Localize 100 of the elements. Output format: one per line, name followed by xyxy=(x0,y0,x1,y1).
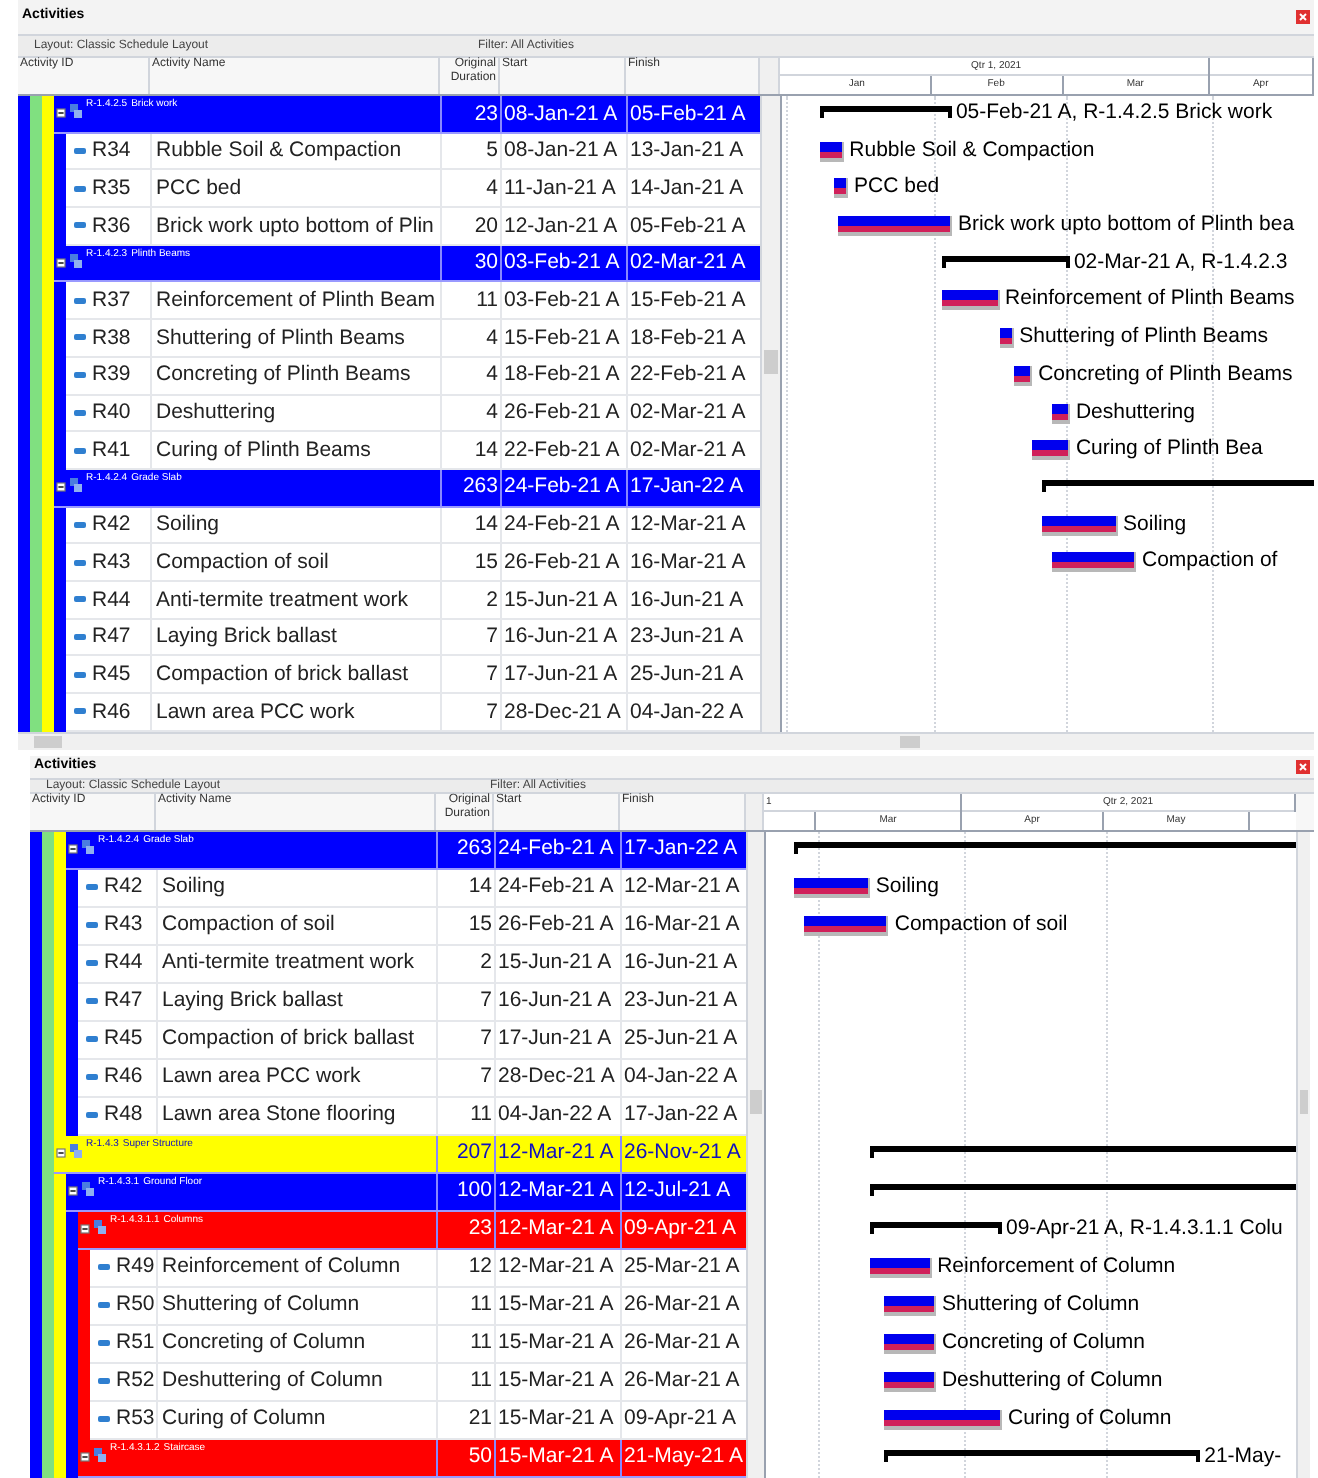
task-icon xyxy=(74,671,86,678)
bar-label: Brick work upto bottom of Plinth bea xyxy=(957,214,1295,236)
bar-label: 02-Mar-21 A, R-1.4.2.3 xyxy=(1073,251,1288,273)
bar-label: Compaction of xyxy=(1142,550,1278,572)
bar-label: Rubble Soil & Compaction xyxy=(849,139,1095,161)
task-icon xyxy=(86,998,98,1004)
finish-date: 18-Feb-21 A xyxy=(630,327,746,349)
duration: 14 xyxy=(474,439,498,461)
finish-date: 17-Jan-22 A xyxy=(624,838,738,860)
start-date: 04-Jan-22 A xyxy=(498,1104,612,1126)
activity-id: R35 xyxy=(92,177,131,199)
scrollbar[interactable] xyxy=(760,96,780,732)
task-bar xyxy=(869,1257,932,1277)
start-date: 15-Mar-21 A xyxy=(498,1446,614,1468)
start-date: 17-Jun-21 A xyxy=(504,663,618,685)
activity-name: Lawn area PCC work xyxy=(156,701,355,723)
task-bar xyxy=(803,915,889,935)
activity-name: Soiling xyxy=(156,514,220,536)
summary-bar xyxy=(819,106,952,118)
wbs-icon xyxy=(82,839,94,853)
task-bar xyxy=(1051,552,1136,573)
finish-date: 16-Jun-21 A xyxy=(624,952,738,974)
bar-label: Curing of Plinth Bea xyxy=(1075,438,1263,460)
collapse-icon[interactable] xyxy=(56,108,66,118)
duration: 4 xyxy=(486,327,498,349)
activity-name: Curing of Column xyxy=(162,1408,326,1430)
start-date: 26-Feb-21 A xyxy=(504,551,620,573)
collapse-icon[interactable] xyxy=(56,1147,66,1157)
start-date: 15-Jun-21 A xyxy=(498,952,612,974)
collapse-icon[interactable] xyxy=(80,1223,90,1233)
task-icon xyxy=(98,1302,110,1308)
activity-id: R42 xyxy=(104,876,143,898)
activity-id: R34 xyxy=(92,140,131,162)
scrollbar[interactable] xyxy=(746,793,764,829)
wbs-icon xyxy=(70,477,82,492)
collapse-icon[interactable] xyxy=(68,1185,78,1195)
duration: 7 xyxy=(486,626,498,648)
collapse-icon[interactable] xyxy=(68,843,78,853)
scrollbar[interactable] xyxy=(746,831,764,1477)
activity-name: Concreting of Column xyxy=(162,1332,366,1354)
activity-name: Soiling xyxy=(162,876,226,898)
start-date: 16-Jun-21 A xyxy=(504,626,618,648)
activity-id: R37 xyxy=(92,290,131,312)
activity-id: R43 xyxy=(92,551,131,573)
bar-label: 09-Apr-21 A, R-1.4.3.1.1 Colu xyxy=(1006,1217,1283,1238)
duration: 263 xyxy=(456,838,492,860)
duration: 100 xyxy=(456,1180,492,1202)
start-date: 28-Dec-21 A xyxy=(504,701,621,723)
duration: 21 xyxy=(468,1408,492,1430)
start-date: 12-Mar-21 A xyxy=(498,1142,614,1164)
activity-id: R45 xyxy=(92,663,131,685)
finish-date: 26-Nov-21 A xyxy=(624,1142,741,1164)
activity-name: Brick work upto bottom of Plin xyxy=(156,215,434,237)
scrollbar[interactable] xyxy=(1296,831,1310,1477)
start-date: 22-Feb-21 A xyxy=(504,439,620,461)
duration: 12 xyxy=(468,1256,492,1278)
finish-date: 05-Feb-21 A xyxy=(630,215,746,237)
activity-id: R38 xyxy=(92,327,131,349)
task-icon xyxy=(86,1112,98,1118)
task-bar xyxy=(884,1371,936,1391)
activity-id: R36 xyxy=(92,215,131,237)
finish-date: 02-Mar-21 A xyxy=(630,402,746,424)
finish-date: 26-Mar-21 A xyxy=(624,1294,740,1316)
start-date: 15-Mar-21 A xyxy=(498,1370,614,1392)
collapse-icon[interactable] xyxy=(80,1451,90,1461)
activity-id: R41 xyxy=(92,439,131,461)
duration: 14 xyxy=(468,876,492,898)
scrollbar[interactable] xyxy=(760,58,780,94)
task-icon xyxy=(86,1074,98,1080)
activity-id: R49 xyxy=(116,1256,155,1278)
task-bar xyxy=(838,216,952,237)
activity-name: Anti-termite treatment work xyxy=(156,589,409,611)
task-icon xyxy=(98,1416,110,1422)
collapse-icon[interactable] xyxy=(56,257,66,268)
activity-id: R46 xyxy=(104,1066,143,1088)
task-icon xyxy=(98,1264,110,1270)
task-bar xyxy=(794,877,870,897)
task-icon xyxy=(74,334,86,341)
duration: 263 xyxy=(462,476,498,498)
finish-date: 22-Feb-21 A xyxy=(630,364,746,386)
task-icon xyxy=(74,148,86,155)
activity-name: Compaction of brick ballast xyxy=(156,663,409,685)
bar-label: 05-Feb-21 A, R-1.4.2.5 Brick work xyxy=(955,102,1273,123)
summary-bar xyxy=(942,255,1070,268)
wbs-icon xyxy=(94,1447,106,1461)
task-icon xyxy=(74,708,86,715)
activity-name: Shuttering of Column xyxy=(162,1294,360,1316)
duration: 2 xyxy=(486,589,498,611)
finish-date: 15-Feb-21 A xyxy=(630,290,746,312)
bar-label: Reinforcement of Plinth Beams xyxy=(1005,288,1295,310)
start-date: 24-Feb-21 A xyxy=(504,514,620,536)
task-icon xyxy=(74,297,86,304)
collapse-icon[interactable] xyxy=(56,481,66,492)
task-bar xyxy=(1032,440,1070,461)
activity-id: R47 xyxy=(104,990,143,1012)
activity-name: Shuttering of Plinth Beams xyxy=(156,327,405,349)
bar-label: PCC bed xyxy=(854,176,940,198)
activity-id: R40 xyxy=(92,402,131,424)
finish-date: 17-Jan-22 A xyxy=(630,476,744,498)
bar-label: Deshuttering of Column xyxy=(941,1369,1163,1390)
